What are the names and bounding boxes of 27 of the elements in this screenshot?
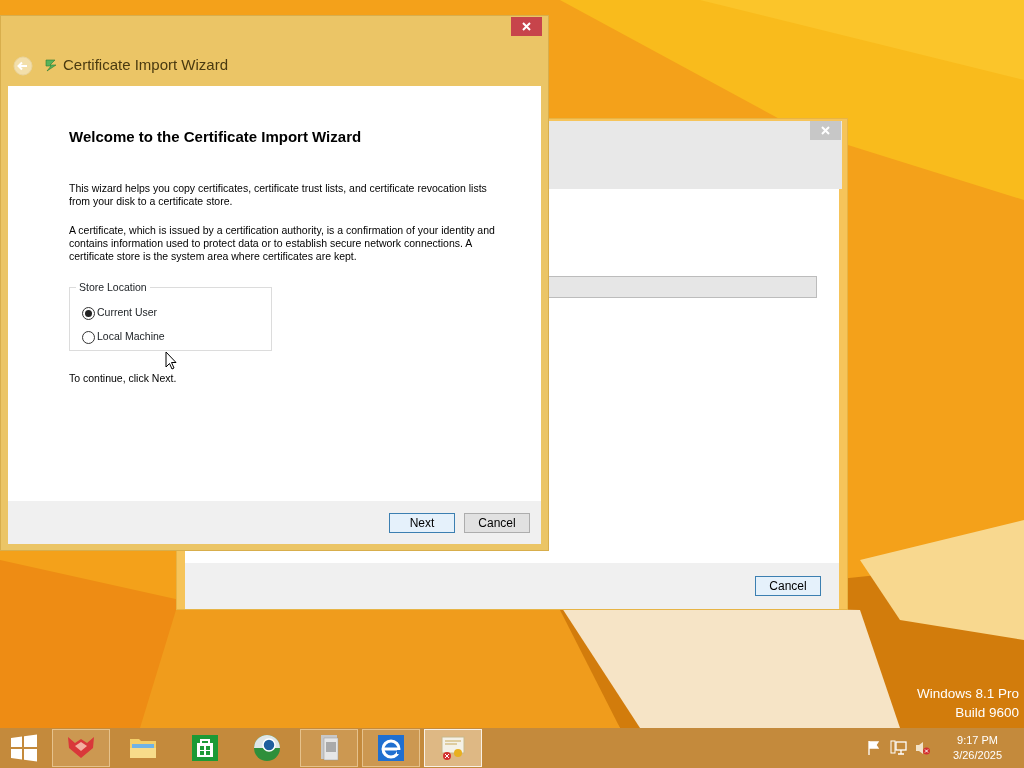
- instruction-text: To continue, click Next.: [69, 372, 177, 385]
- window-title: Certificate Import Wizard: [63, 54, 229, 75]
- taskbar-button[interactable]: [362, 729, 420, 767]
- cursor-icon: [165, 351, 177, 370]
- cancel-button[interactable]: Cancel: [755, 576, 821, 596]
- description-text: This wizard helps you copy certificates, certificate trust lists, and certificate revocation lists from your disk to a certificate store.: [69, 182, 488, 208]
- radio-button[interactable]: [82, 330, 95, 344]
- radio-button[interactable]: [82, 306, 95, 320]
- muted-speaker-icon[interactable]: [915, 740, 932, 756]
- close-button[interactable]: [511, 17, 542, 36]
- network-icon[interactable]: [890, 740, 908, 756]
- next-button[interactable]: Next: [389, 512, 455, 533]
- build-text: Windows 8.1 Pro: [916, 685, 1019, 703]
- close-icon: [821, 126, 830, 135]
- close-icon: [522, 22, 531, 31]
- wizard-heading: Welcome to the Certificate Import Wizard: [69, 128, 363, 146]
- back-icon[interactable]: [13, 56, 33, 76]
- radio-label[interactable]: Current User: [97, 305, 158, 321]
- taskbar-button[interactable]: [52, 729, 110, 767]
- globe-icon: [251, 732, 283, 764]
- shopping-bag-icon: [189, 732, 221, 764]
- build-text: Build 9600: [954, 704, 1019, 722]
- cancel-button[interactable]: Cancel: [464, 512, 530, 533]
- windows-logo-icon: [10, 734, 38, 762]
- browser-icon: [375, 732, 407, 764]
- radio-label[interactable]: Local Machine: [97, 329, 165, 345]
- description-text: A certificate, which is issued by a certification authority, is a confirmation of your identity and contains information used to protect data or to establish secure network connections. A certificate store is the system area where certificates are kept.: [69, 224, 496, 263]
